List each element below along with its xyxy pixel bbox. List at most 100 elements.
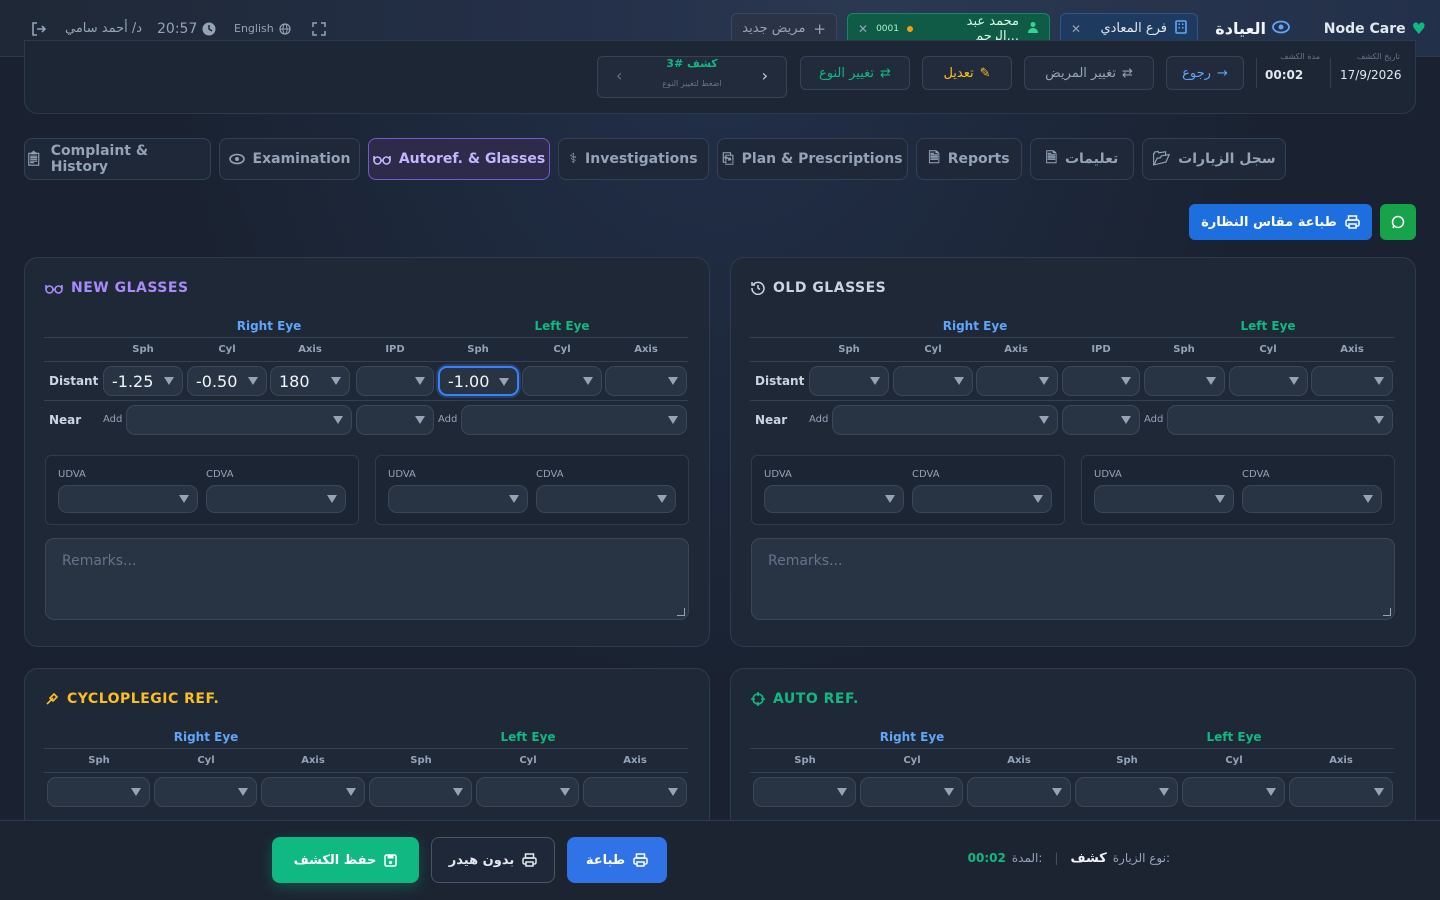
resize-handle-icon[interactable]: [677, 608, 685, 616]
auto-l-axis-select[interactable]: [1289, 777, 1393, 807]
left-eye-header: Left Eye: [1206, 730, 1262, 744]
old-r-cdva-select[interactable]: [912, 485, 1052, 513]
whatsapp-button[interactable]: [1380, 204, 1416, 240]
chevron-down-icon: [885, 495, 895, 503]
old-l-axis-select[interactable]: [1311, 366, 1393, 396]
chevron-down-icon: [657, 495, 667, 503]
chevron-down-icon: [1039, 377, 1049, 385]
col-axis: Axis: [301, 755, 325, 766]
tab-reports[interactable]: 🗎 Reports: [916, 138, 1022, 180]
auto-l-cyl-select[interactable]: [1182, 777, 1285, 807]
close-icon[interactable]: ✕: [858, 22, 868, 36]
tab-plan-prescriptions[interactable]: ⎘ Plan & Prescriptions: [717, 138, 908, 180]
tab-examination[interactable]: Examination: [219, 138, 360, 180]
cyclo-r-cyl-select[interactable]: [154, 777, 257, 807]
old-l-add-select[interactable]: [1167, 405, 1393, 435]
r-cyl-select[interactable]: -0.50: [187, 366, 267, 396]
r-sph-select[interactable]: -1.25: [103, 366, 183, 396]
tab-investigations[interactable]: ⚕ Investigations: [558, 138, 709, 180]
history-icon: [751, 281, 765, 295]
cyclo-l-sph-select[interactable]: [369, 777, 472, 807]
auto-r-sph-select[interactable]: [753, 777, 856, 807]
col-ipd: IPD: [385, 344, 405, 355]
col-axis: Axis: [1004, 344, 1028, 355]
chevron-down-icon: [1374, 416, 1384, 424]
r-axis-select[interactable]: 180: [270, 366, 350, 396]
old-l-cdva-select[interactable]: [1242, 485, 1382, 513]
auto-r-axis-select[interactable]: [967, 777, 1071, 807]
clinic-name: العيادة: [1215, 19, 1266, 38]
divider: [44, 337, 688, 338]
change-patient-button[interactable]: تغيير المريض ⇄: [1024, 56, 1154, 90]
resize-handle-icon[interactable]: [1383, 608, 1391, 616]
r-udva-select[interactable]: [58, 485, 198, 513]
print-no-header-button[interactable]: بدون هيدر: [431, 837, 555, 883]
old-r-axis-select[interactable]: [976, 366, 1058, 396]
printer-icon: [522, 853, 537, 867]
patient-code: 0001: [876, 23, 899, 34]
visit-type-value: كشف: [1070, 850, 1107, 866]
l-axis-select[interactable]: [605, 366, 687, 396]
chevron-down-icon: [509, 495, 519, 503]
l-add-select[interactable]: [461, 405, 687, 435]
add-label: Add: [103, 414, 123, 425]
visit-duration-label: مدة الكشف: [1280, 52, 1320, 61]
l-cyl-select[interactable]: [522, 366, 602, 396]
new-glasses-remarks[interactable]: Remarks...: [45, 538, 689, 620]
cyclo-r-axis-select[interactable]: [261, 777, 365, 807]
near-ipd-select[interactable]: [356, 405, 434, 435]
old-r-udva-select[interactable]: [764, 485, 904, 513]
fullscreen-icon: [312, 21, 326, 36]
cyclo-l-cyl-select[interactable]: [476, 777, 579, 807]
tab-complaint-history[interactable]: 📋︎ Complaint & History: [24, 138, 211, 180]
right-eye-header: Right Eye: [879, 730, 945, 744]
col-sph: Sph: [1116, 755, 1138, 766]
old-ipd-select[interactable]: [1062, 366, 1140, 396]
chevron-right-icon[interactable]: ›: [762, 66, 768, 85]
old-r-cyl-select[interactable]: [893, 366, 973, 396]
visit-badge[interactable]: كشف #3: [638, 57, 746, 70]
l-sph-select[interactable]: -1.00: [438, 366, 519, 396]
tab-visit-history[interactable]: 📂︎ سجل الزيارات: [1142, 138, 1286, 180]
cyclo-r-sph-select[interactable]: [47, 777, 150, 807]
add-label: Add: [438, 414, 458, 425]
tab-instructions[interactable]: 🗎 تعليمات: [1030, 138, 1134, 180]
visit-duration: مدة الكشف 00:02: [1265, 52, 1320, 82]
branch-name: فرع المعادي: [1100, 21, 1167, 36]
visit-date-value: 17/9/2026: [1340, 68, 1402, 82]
l-cdva-select[interactable]: [536, 485, 676, 513]
close-icon[interactable]: ✕: [1071, 22, 1081, 36]
left-eye-header: Left Eye: [1240, 319, 1296, 333]
old-glasses-remarks[interactable]: Remarks...: [751, 538, 1395, 620]
auto-r-cyl-select[interactable]: [860, 777, 963, 807]
visit-date: تاريخ الكشف 17/9/2026: [1340, 52, 1402, 82]
divider: [44, 361, 688, 362]
old-l-udva-select[interactable]: [1094, 485, 1234, 513]
old-r-sph-select[interactable]: [809, 366, 889, 396]
old-l-cyl-select[interactable]: [1229, 366, 1308, 396]
r-add-select[interactable]: [126, 405, 352, 435]
l-udva-select[interactable]: [388, 485, 528, 513]
ipd-select[interactable]: [356, 366, 434, 396]
divider: [750, 361, 1394, 362]
save-visit-button[interactable]: حفظ الكشف: [272, 837, 419, 883]
old-l-sph-select[interactable]: [1144, 366, 1225, 396]
back-button[interactable]: رجوع →: [1166, 56, 1244, 90]
r-cdva-select[interactable]: [206, 485, 346, 513]
old-r-add-select[interactable]: [832, 405, 1058, 435]
print-glasses-button[interactable]: طباعة مقاس النظارة: [1189, 204, 1372, 240]
print-button[interactable]: طباعة: [567, 837, 667, 883]
brand-name: Node Care: [1323, 20, 1406, 37]
patient-name: محمد عبد الرحم...: [966, 13, 1019, 44]
new-glasses-title: NEW GLASSES: [45, 280, 189, 296]
tab-autoref-glasses[interactable]: Autoref. & Glasses: [368, 138, 550, 180]
cyclo-l-axis-select[interactable]: [583, 777, 687, 807]
old-near-ipd-select[interactable]: [1062, 405, 1140, 435]
col-sph: Sph: [838, 344, 860, 355]
change-type-button[interactable]: تغيير النوع ⇄: [800, 56, 910, 90]
auto-l-sph-select[interactable]: [1075, 777, 1178, 807]
chevron-left-icon[interactable]: ‹: [616, 66, 622, 85]
chevron-down-icon: [1121, 377, 1131, 385]
chevron-down-icon: [668, 788, 678, 796]
edit-button[interactable]: تعديل ✎: [922, 56, 1012, 90]
